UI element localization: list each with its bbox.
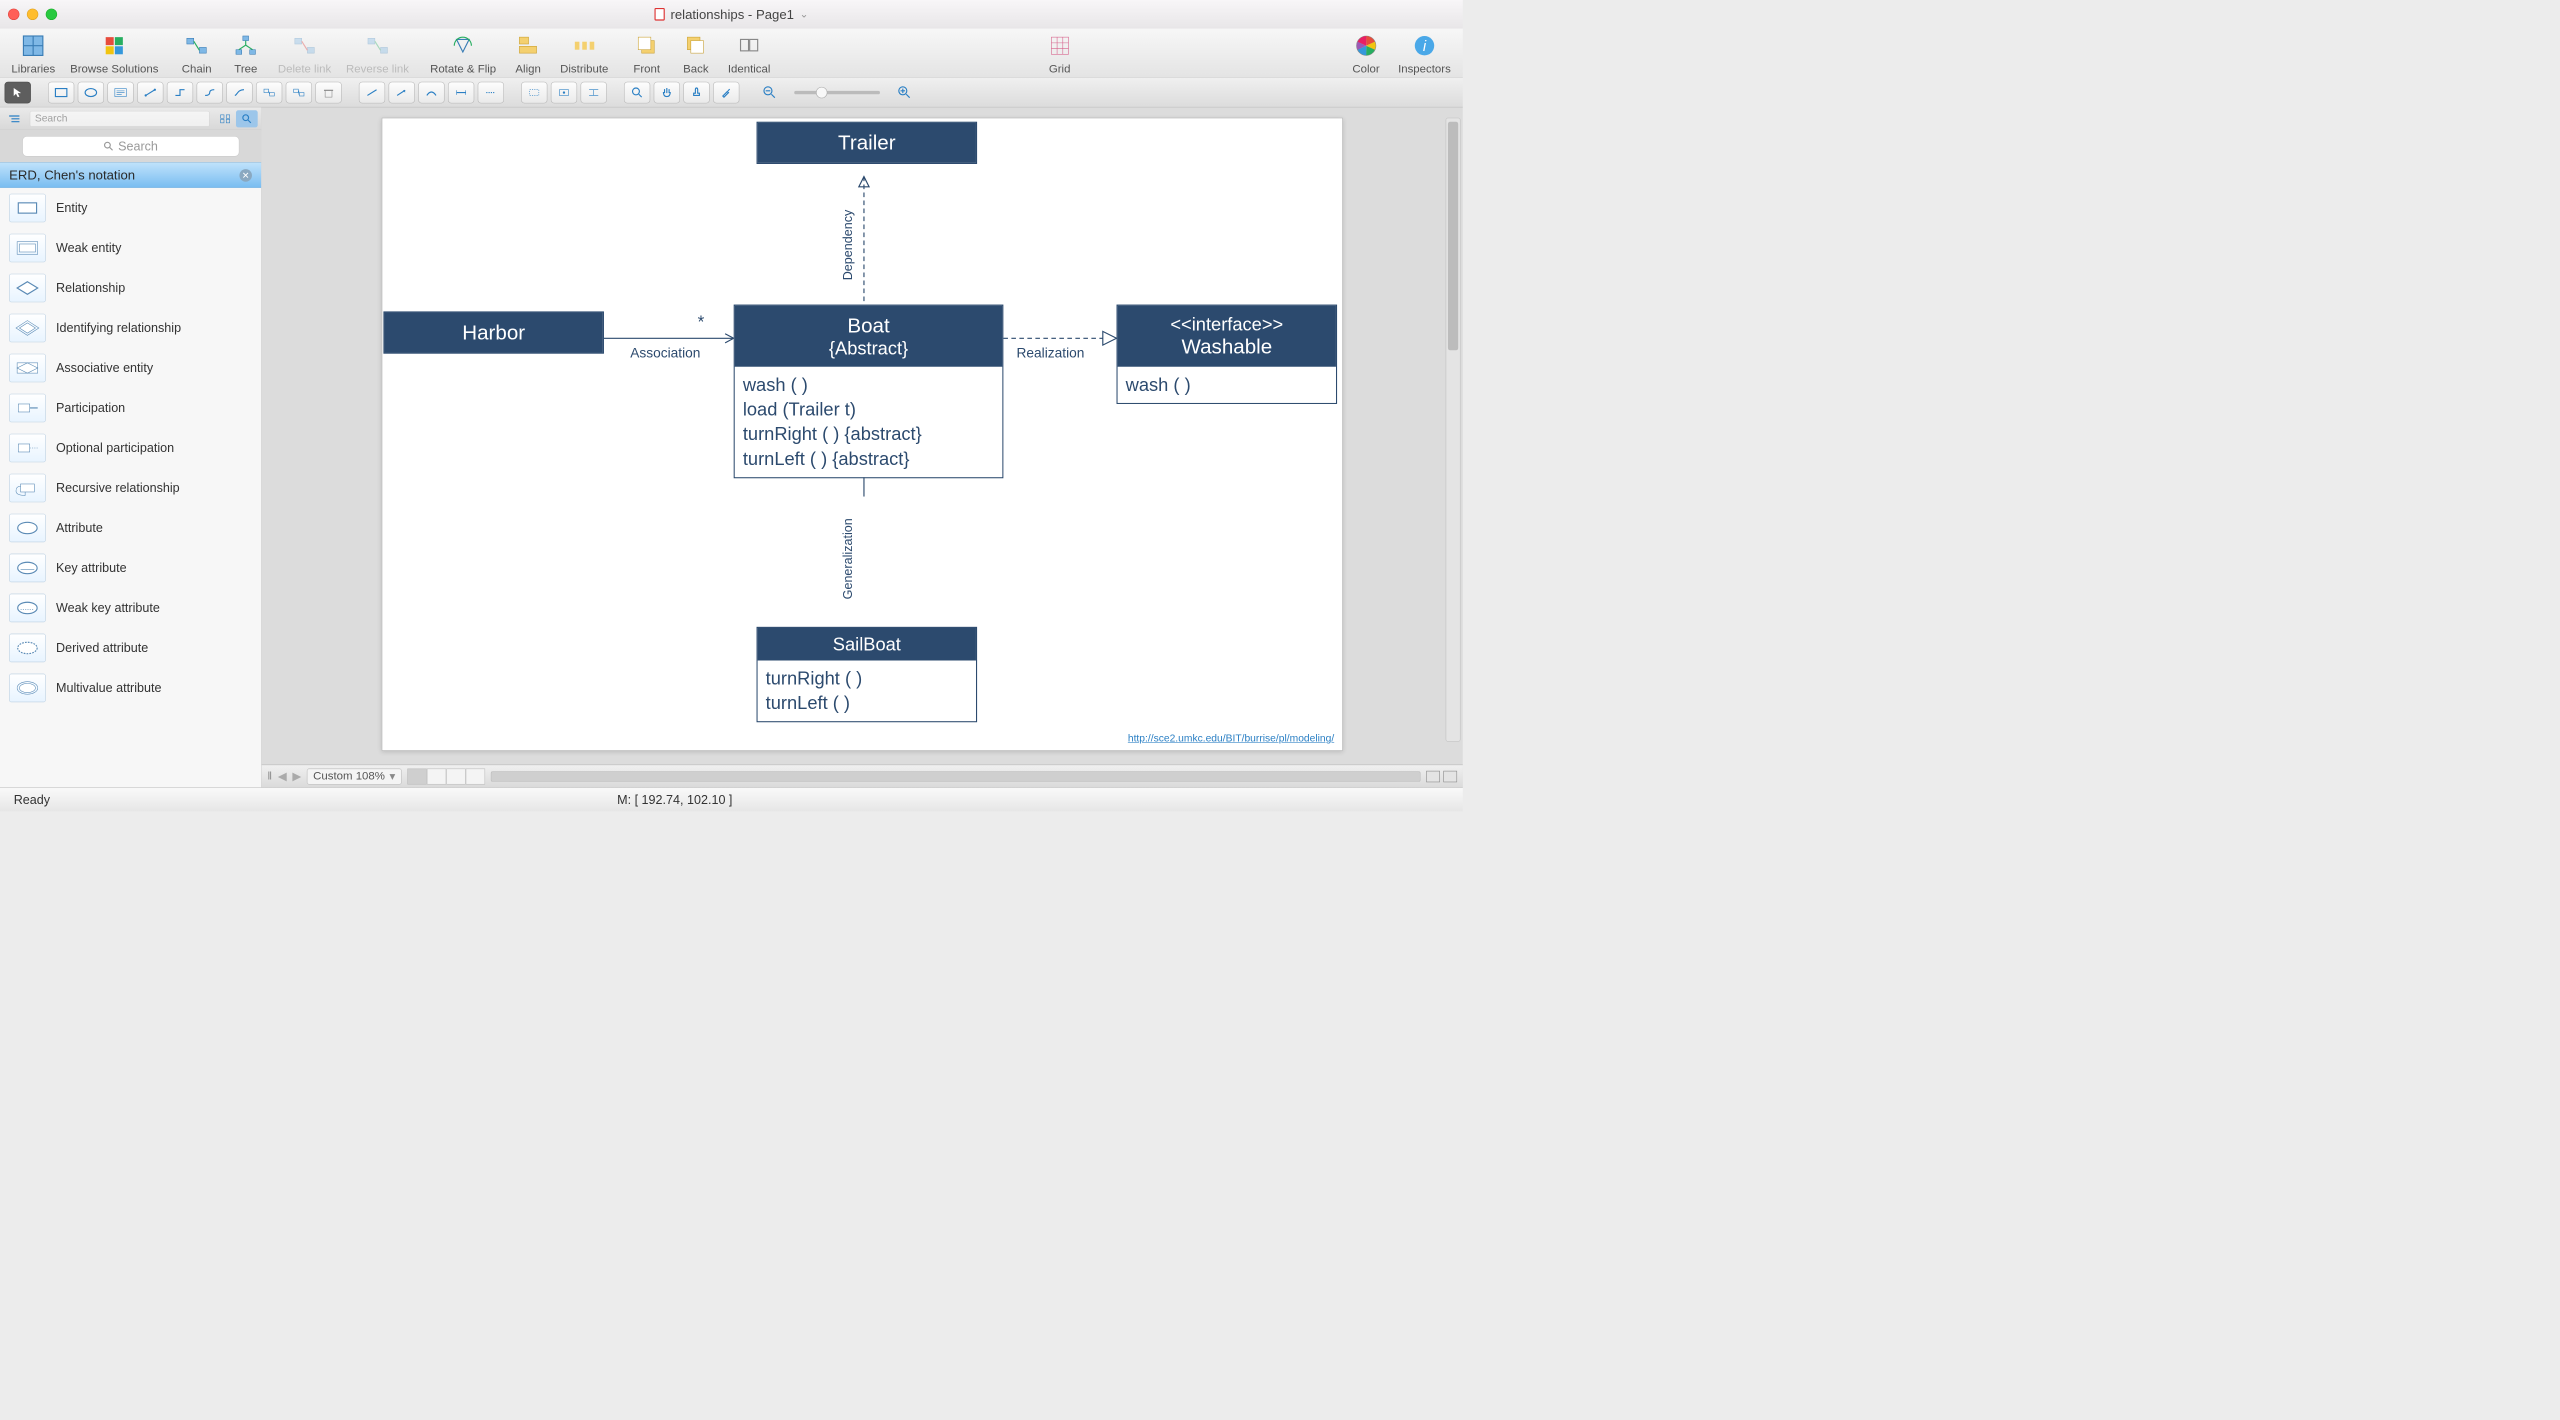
reverse-link-button[interactable]: Reverse link [346,32,409,76]
rect-tool[interactable] [48,81,74,103]
shape-item[interactable]: Entity [0,188,261,228]
arrow-tool[interactable] [389,81,415,103]
snap-tool-1[interactable] [521,81,547,103]
libraries-button[interactable]: Libraries [11,32,55,76]
page-tabs[interactable] [407,768,485,784]
view-mode-1[interactable] [1426,771,1440,782]
window-title: relationships - Page1 [670,7,793,22]
zoom-in-button[interactable] [891,81,917,103]
sidebar: Search ERD, Chen's notation ✕ Entity Wea… [0,107,262,787]
shape-item[interactable]: Weak key attribute [0,588,261,628]
sidebar-grid-icon[interactable] [214,110,236,127]
uml-class-trailer[interactable]: Trailer [757,122,978,164]
pagebar-handle-icon[interactable]: ‖ [267,770,272,783]
uml-class-sailboat[interactable]: SailBoat turnRight ( ) turnLeft ( ) [757,627,978,723]
snap-tool-2[interactable] [551,81,577,103]
text-tool[interactable] [107,81,133,103]
pan-tool[interactable] [654,81,680,103]
measure-tool[interactable] [448,81,474,103]
shape-item[interactable]: Relationship [0,268,261,308]
connector-4-tool[interactable] [226,81,252,103]
generalization-label: Generalization [841,518,856,599]
color-button[interactable]: Color [1349,32,1383,76]
dependency-label: Dependency [841,210,856,281]
shape-item[interactable]: Weak entity [0,228,261,268]
chain-button[interactable]: Chain [180,32,214,76]
vertical-scrollbar[interactable] [1446,118,1461,742]
shape-item[interactable]: Derived attribute [0,628,261,668]
canvas-area: Trailer Harbor Boat {Abstract} wash ( ) [262,107,1463,787]
shape-list: Entity Weak entity Relationship Identify… [0,188,261,787]
connector-1-tool[interactable] [137,81,163,103]
inspectors-button[interactable]: iInspectors [1398,32,1451,76]
zoom-out-button[interactable] [757,81,783,103]
diagram-page[interactable]: Trailer Harbor Boat {Abstract} wash ( ) [382,118,1343,751]
pointer-tool[interactable] [5,81,31,103]
title-dropdown-icon[interactable]: ⌄ [800,8,809,20]
source-url[interactable]: http://sce2.umkc.edu/BIT/burrise/pl/mode… [1128,733,1334,745]
align-button[interactable]: Align [511,32,545,76]
status-ready: Ready [14,792,50,807]
category-header[interactable]: ERD, Chen's notation ✕ [0,162,261,188]
uml-class-harbor[interactable]: Harbor [383,311,604,353]
sidebar-filter-input[interactable] [30,111,210,127]
back-button[interactable]: Back [679,32,713,76]
status-bar: Ready M: [ 192.74, 102.10 ] [0,787,1463,811]
view-mode-2[interactable] [1443,771,1457,782]
zoom-window-button[interactable] [46,9,57,20]
browse-solutions-button[interactable]: Browse Solutions [70,32,158,76]
shape-item[interactable]: Recursive relationship [0,468,261,508]
sidebar-search-icon[interactable] [236,110,258,127]
snap-tool-3[interactable] [581,81,607,103]
delete-link-button[interactable]: Delete link [278,32,331,76]
page-prev-button[interactable]: ◀ [278,769,287,783]
realization-label: Realization [1017,346,1085,362]
page-bar: ‖ ◀ ▶ Custom 108% ▾ [262,765,1463,788]
shape-item[interactable]: Identifying relationship [0,308,261,348]
identical-button[interactable]: Identical [728,32,771,76]
line-tool[interactable] [359,81,385,103]
titlebar: relationships - Page1 ⌄ [0,0,1463,29]
uml-interface-washable[interactable]: <<interface>> Washable wash ( ) [1117,305,1338,405]
shape-item[interactable]: Key attribute [0,548,261,588]
stamp-tool[interactable] [683,81,709,103]
rotate-flip-button[interactable]: Rotate & Flip [430,32,496,76]
shape-item[interactable]: Optional participation [0,428,261,468]
status-mouse: M: [ 192.74, 102.10 ] [617,792,732,807]
delete-tool[interactable] [315,81,341,103]
connector-3-tool[interactable] [197,81,223,103]
main-toolbar: Libraries Browse Solutions Chain Tree De… [0,29,1463,78]
search-input[interactable]: Search [22,136,239,157]
ellipse-tool[interactable] [78,81,104,103]
connector-2-tool[interactable] [167,81,193,103]
category-close-icon[interactable]: ✕ [239,169,252,182]
minimize-window-button[interactable] [27,9,38,20]
measure-tool-2[interactable] [478,81,504,103]
shape-item[interactable]: Attribute [0,508,261,548]
page-next-button[interactable]: ▶ [292,769,301,783]
zoom-slider[interactable] [794,91,880,94]
connector-6-tool[interactable] [286,81,312,103]
grid-button[interactable]: Grid [1043,32,1077,76]
sidebar-outline-icon[interactable] [3,110,25,127]
curve-tool[interactable] [418,81,444,103]
document-icon [654,8,664,21]
tree-button[interactable]: Tree [229,32,263,76]
zoom-level[interactable]: Custom 108% ▾ [307,768,402,784]
shape-toolbar [0,78,1463,108]
shape-item[interactable]: Participation [0,388,261,428]
shape-item[interactable]: Associative entity [0,348,261,388]
multiplicity-star: * [698,313,705,332]
horizontal-scrollbar[interactable] [491,771,1421,781]
connector-5-tool[interactable] [256,81,282,103]
front-button[interactable]: Front [630,32,664,76]
close-window-button[interactable] [8,9,19,20]
uml-class-boat[interactable]: Boat {Abstract} wash ( ) load (Trailer t… [734,305,1004,479]
distribute-button[interactable]: Distribute [560,32,608,76]
shape-item[interactable]: Multivalue attribute [0,668,261,708]
association-label: Association [630,346,700,362]
eyedrop-tool[interactable] [713,81,739,103]
zoom-tool[interactable] [624,81,650,103]
